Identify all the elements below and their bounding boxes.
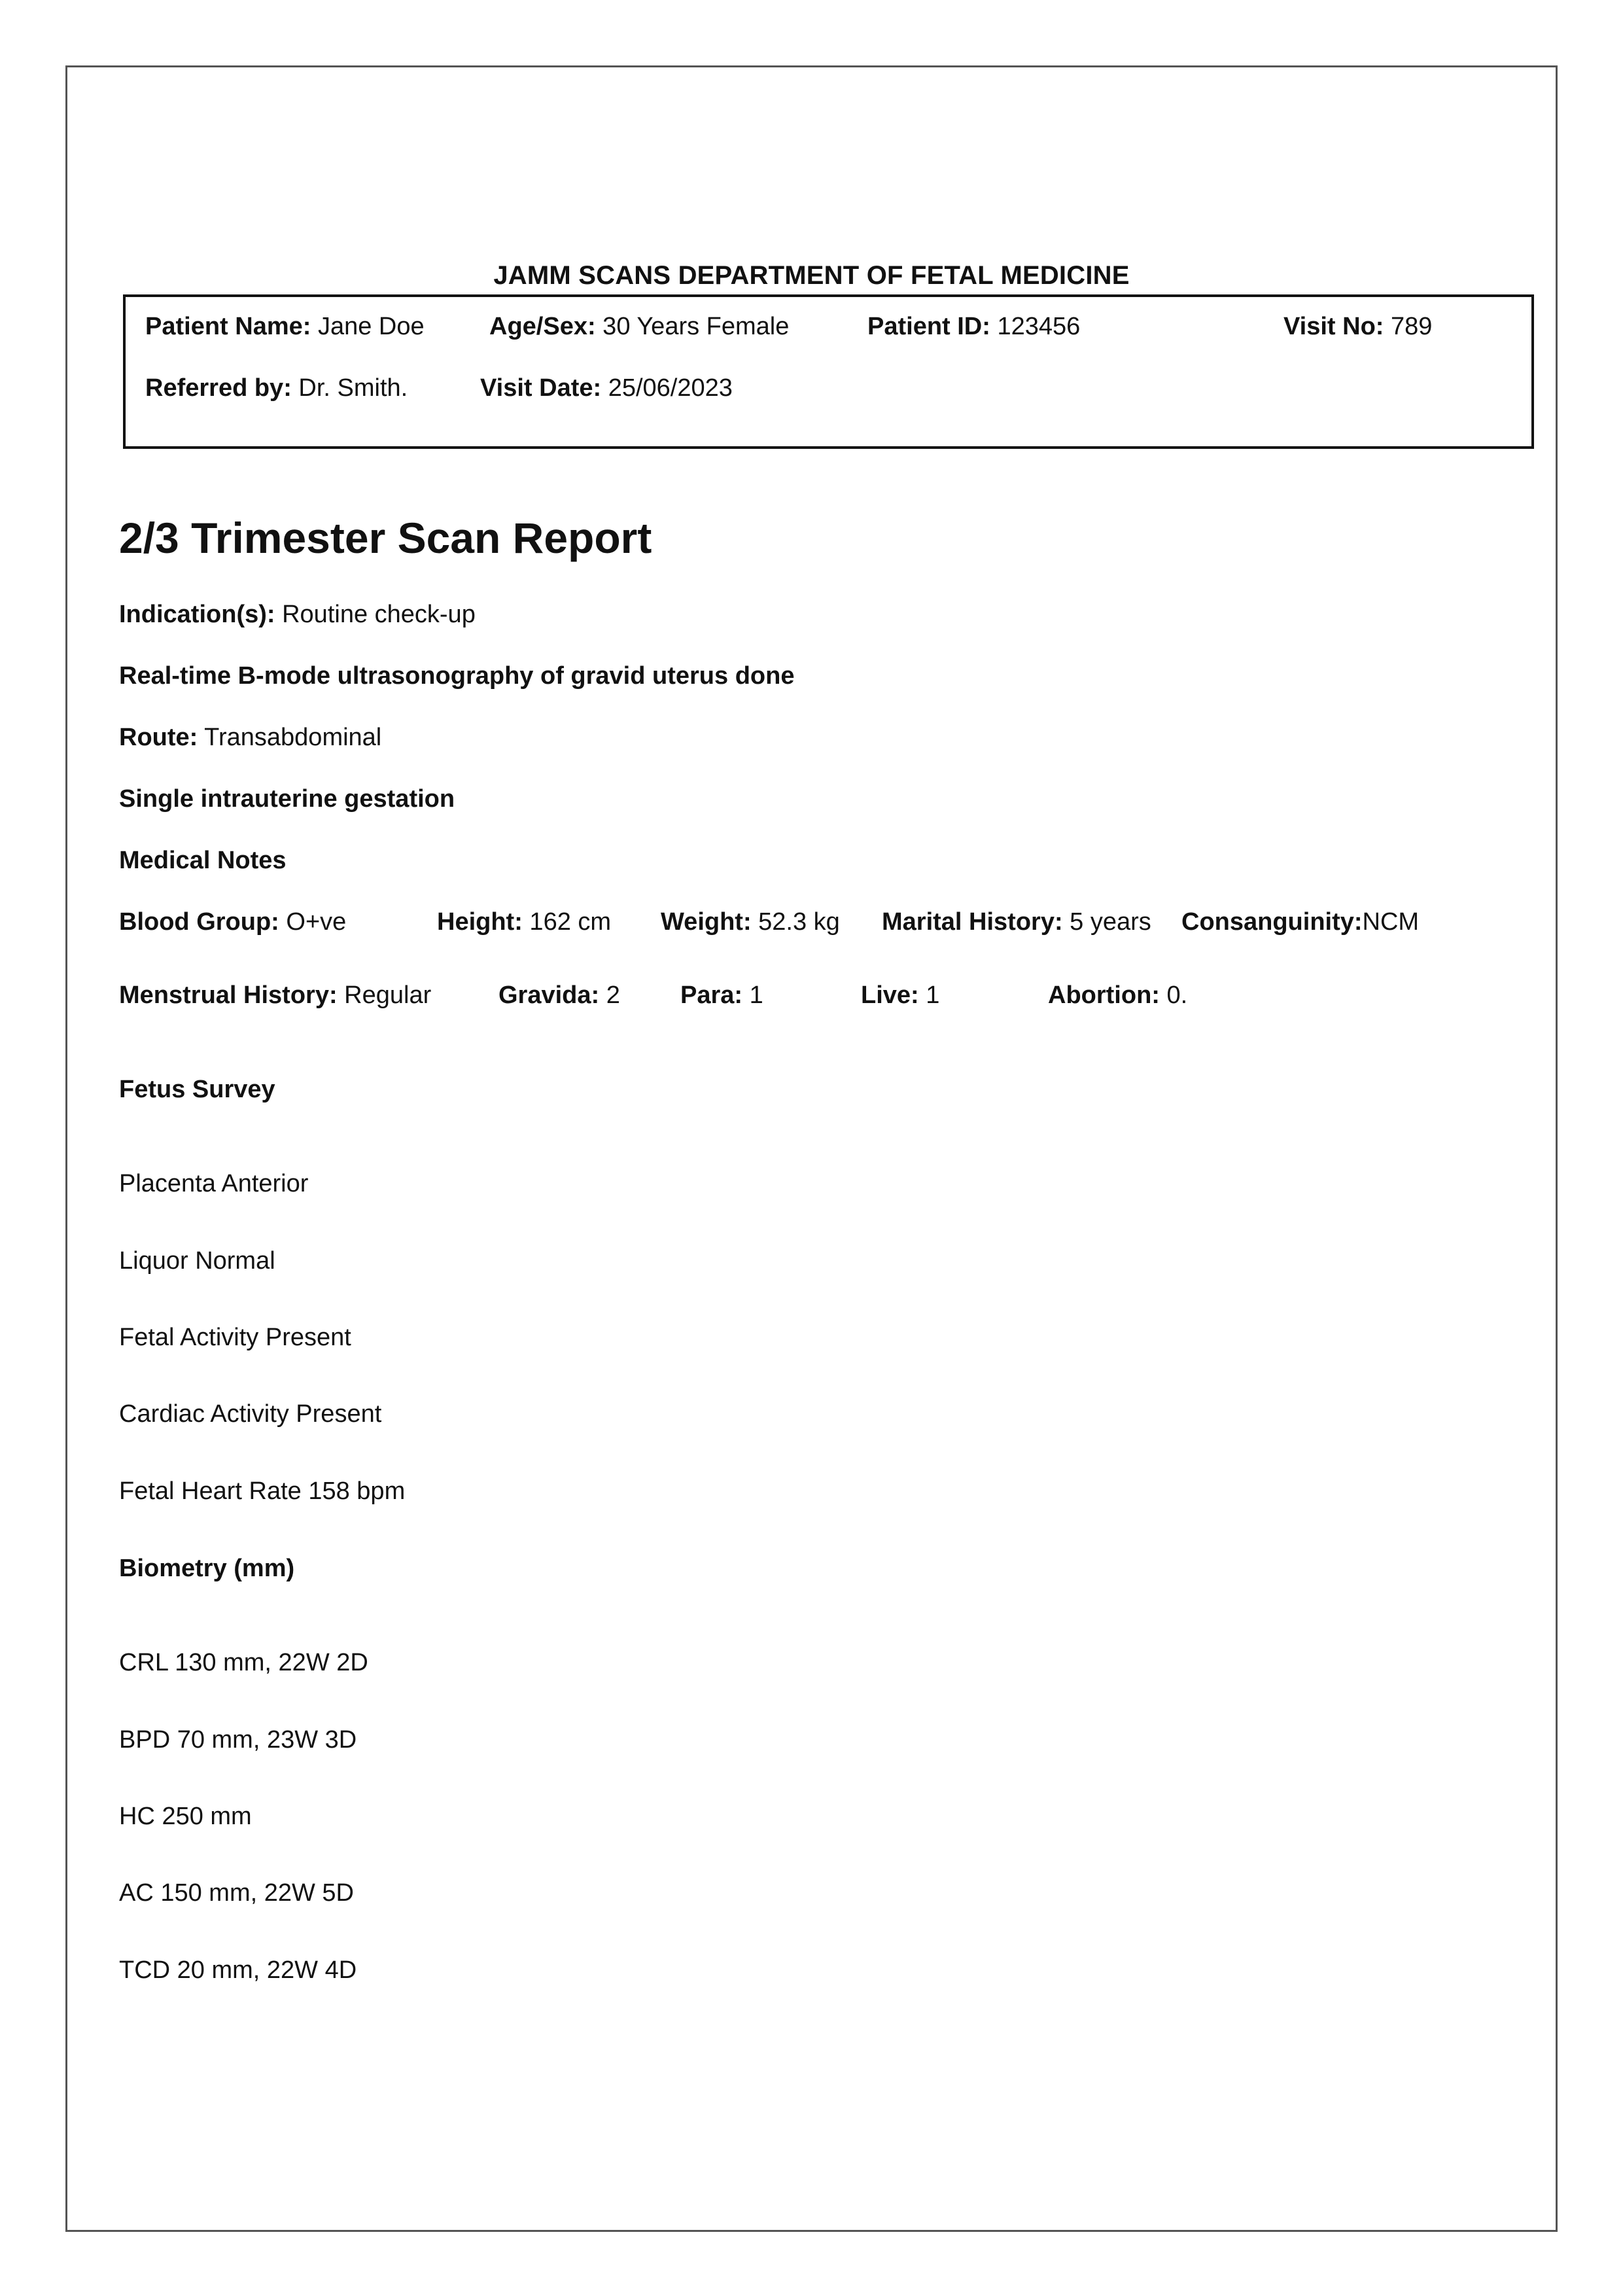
patient-id-value: 123456 — [990, 313, 1081, 340]
gravida: Gravida: 2 — [498, 980, 620, 1010]
visit-no-value: 789 — [1384, 313, 1433, 340]
referred-by: Referred by: Dr. Smith. — [145, 373, 408, 403]
consanguinity-label: Consanguinity: — [1181, 908, 1363, 936]
referred-by-value: Dr. Smith. — [291, 374, 408, 402]
department-title: JAMM SCANS DEPARTMENT OF FETAL MEDICINE — [493, 261, 1130, 290]
patient-id-label: Patient ID: — [867, 313, 990, 340]
abortion-value: 0. — [1159, 981, 1188, 1009]
weight-value: 52.3 kg — [751, 908, 840, 936]
live-label: Live: — [861, 981, 919, 1009]
blood-group-value: O+ve — [279, 908, 347, 936]
patient-age-sex: Age/Sex: 30 Years Female — [489, 311, 789, 342]
live: Live: 1 — [861, 980, 939, 1010]
biometry-item: CRL 130 mm, 22W 2D — [119, 1649, 368, 1676]
patient-name-label: Patient Name: — [145, 313, 311, 340]
biometry-item: TCD 20 mm, 22W 4D — [119, 1956, 357, 1984]
biometry-heading: Biometry (mm) — [119, 1555, 295, 1582]
gravida-value: 2 — [599, 981, 620, 1009]
marital-history-label: Marital History: — [882, 908, 1063, 936]
patient-name-value: Jane Doe — [311, 313, 425, 340]
visit-date-value: 25/06/2023 — [601, 374, 733, 402]
indication-label: Indication(s): — [119, 601, 275, 628]
gestation-statement: Single intrauterine gestation — [119, 785, 455, 813]
modality-statement: Real-time B-mode ultrasonography of grav… — [119, 662, 795, 690]
gravida-label: Gravida: — [498, 981, 600, 1009]
medical-notes-heading: Medical Notes — [119, 847, 287, 874]
visit-no: Visit No: 789 — [1283, 311, 1432, 342]
height-value: 162 cm — [522, 908, 612, 936]
referred-by-label: Referred by: — [145, 374, 292, 402]
marital-history: Marital History: 5 years — [882, 907, 1151, 937]
live-value: 1 — [918, 981, 940, 1009]
fetus-survey-item: Placenta Anterior — [119, 1170, 309, 1197]
report-title: 2/3 Trimester Scan Report — [119, 514, 652, 562]
weight: Weight: 52.3 kg — [661, 907, 840, 937]
height-label: Height: — [437, 908, 523, 936]
abortion: Abortion: 0. — [1048, 980, 1187, 1010]
visit-date: Visit Date: 25/06/2023 — [480, 373, 733, 403]
menstrual-history-label: Menstrual History: — [119, 981, 338, 1009]
menstrual-history-value: Regular — [337, 981, 432, 1009]
fetus-survey-item: Fetal Activity Present — [119, 1324, 351, 1351]
marital-history-value: 5 years — [1062, 908, 1151, 936]
patient-id: Patient ID: 123456 — [867, 311, 1080, 342]
fetus-survey-item: Cardiac Activity Present — [119, 1400, 382, 1428]
visit-no-label: Visit No: — [1283, 313, 1384, 340]
blood-group: Blood Group: O+ve — [119, 907, 346, 937]
fetus-survey-heading: Fetus Survey — [119, 1076, 275, 1103]
para-value: 1 — [742, 981, 763, 1009]
biometry-item: AC 150 mm, 22W 5D — [119, 1879, 354, 1907]
biometry-item: HC 250 mm — [119, 1803, 252, 1830]
abortion-label: Abortion: — [1048, 981, 1160, 1009]
menstrual-history: Menstrual History: Regular — [119, 980, 431, 1010]
blood-group-label: Blood Group: — [119, 908, 279, 936]
age-sex-value: 30 Years Female — [595, 313, 790, 340]
para-label: Para: — [680, 981, 743, 1009]
route: Route: Transabdominal — [119, 722, 381, 752]
indication-value: Routine check-up — [275, 601, 476, 628]
consanguinity: Consanguinity:NCM — [1181, 907, 1419, 937]
height: Height: 162 cm — [437, 907, 611, 937]
para: Para: 1 — [680, 980, 763, 1010]
route-value: Transabdominal — [198, 724, 382, 751]
visit-date-label: Visit Date: — [480, 374, 602, 402]
weight-label: Weight: — [661, 908, 752, 936]
route-label: Route: — [119, 724, 198, 751]
consanguinity-value: NCM — [1362, 908, 1420, 936]
age-sex-label: Age/Sex: — [489, 313, 596, 340]
indication: Indication(s): Routine check-up — [119, 599, 476, 629]
fetus-survey-item: Liquor Normal — [119, 1247, 275, 1275]
fetus-survey-item: Fetal Heart Rate 158 bpm — [119, 1477, 406, 1505]
biometry-item: BPD 70 mm, 23W 3D — [119, 1726, 357, 1754]
patient-name: Patient Name: Jane Doe — [145, 311, 425, 342]
